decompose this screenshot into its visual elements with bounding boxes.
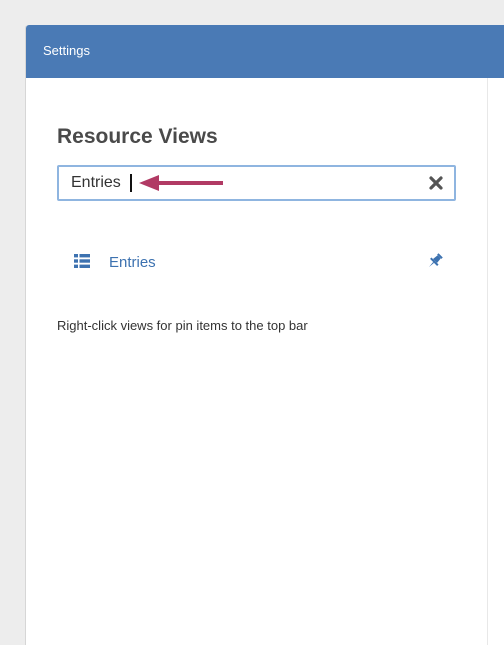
panel-title: Settings xyxy=(43,43,90,58)
list-icon xyxy=(74,254,90,268)
hint-text: Right-click views for pin items to the t… xyxy=(57,318,308,333)
settings-panel: Settings Resource Views Entries Entries … xyxy=(25,25,504,645)
section-title: Resource Views xyxy=(57,125,218,148)
arrow-annotation-icon xyxy=(139,175,223,191)
panel-header: Settings xyxy=(26,25,504,78)
pin-icon[interactable] xyxy=(426,252,444,270)
search-box[interactable] xyxy=(57,165,456,201)
panel-divider xyxy=(487,78,488,645)
close-icon xyxy=(429,176,443,190)
view-item-label: Entries xyxy=(109,254,156,271)
view-item-entries[interactable]: Entries xyxy=(57,247,456,279)
text-caret xyxy=(130,174,132,192)
clear-search-button[interactable] xyxy=(426,173,446,193)
